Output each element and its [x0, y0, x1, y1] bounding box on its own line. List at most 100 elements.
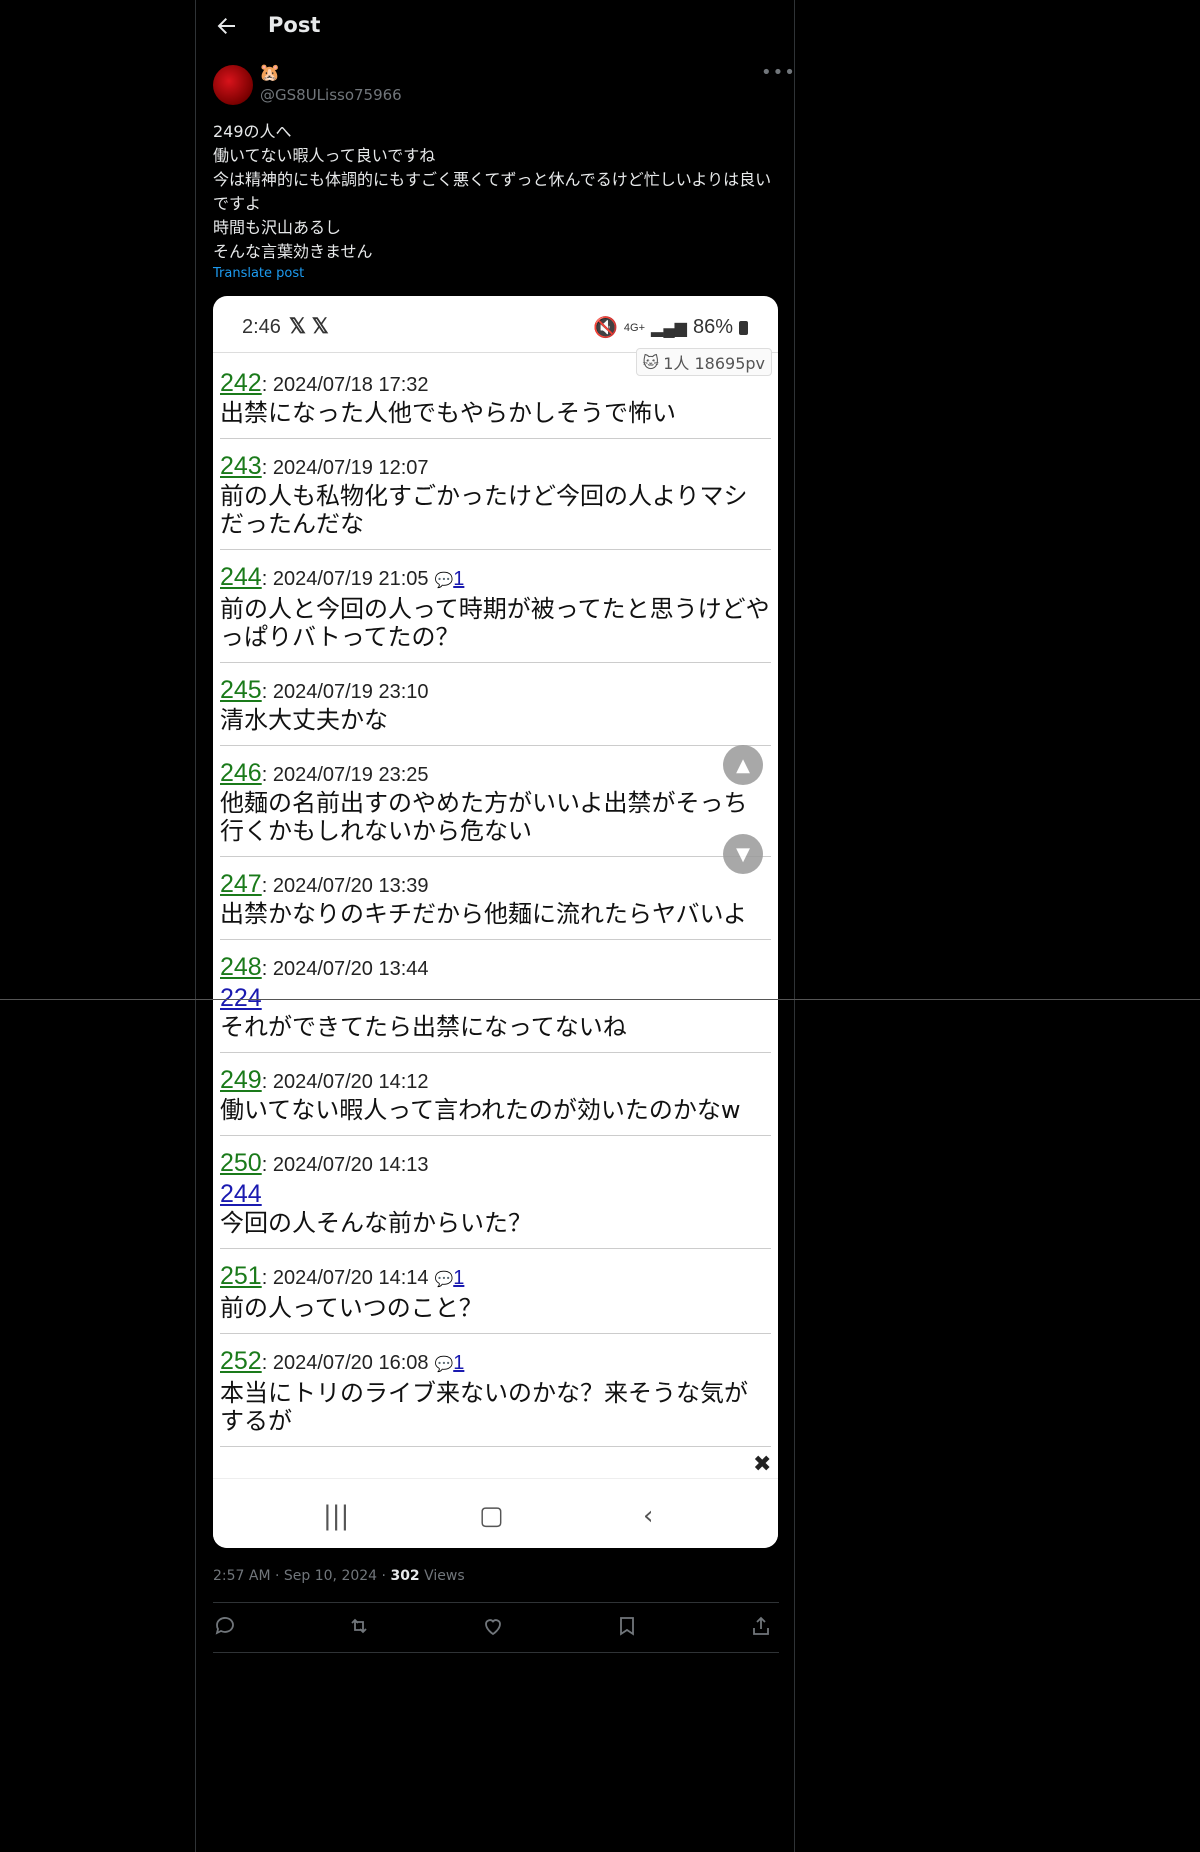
reply-count-link[interactable]: 1 [453, 1352, 464, 1374]
view-count: 302 [390, 1568, 420, 1584]
post-header: 251: 2024/07/20 14:14 💬1 [220, 1262, 771, 1294]
post-header: 243: 2024/07/19 12:07 [220, 452, 771, 482]
meta-separator: · [275, 1568, 280, 1584]
post-line: 249の人へ [213, 122, 292, 141]
post-body: それができてたら出禁になってないね [220, 1013, 627, 1041]
post-number-link[interactable]: 250 [220, 1149, 262, 1177]
post-number-link[interactable]: 251 [220, 1262, 262, 1290]
post-datetime: : 2024/07/20 16:08 [261, 1352, 429, 1374]
bookmark-icon[interactable] [615, 1614, 639, 1638]
recent-apps-icon[interactable]: ||| [323, 1501, 349, 1531]
post-body: 他麺の名前出すのやめた方がいいよ出禁がそっち行くかもしれないから危ない [220, 789, 748, 845]
repost-icon[interactable] [347, 1614, 371, 1638]
thread-post: 247: 2024/07/20 13:39 出禁かなりのキチだから他麺に流れたらヤ… [220, 857, 771, 940]
status-time: 2:46 [242, 316, 281, 338]
reply-count-icon: 💬 [434, 1271, 454, 1288]
post-text: 249の人へ 働いてない暇人って良いですね 今は精神的にも体調的にもすごく悪くて… [213, 120, 783, 264]
nav-back-icon[interactable]: ‹ [643, 1501, 653, 1531]
post-number-link[interactable]: 243 [220, 452, 262, 480]
post-datetime: : 2024/07/19 12:07 [261, 457, 429, 479]
thread-post: 248: 2024/07/20 13:44 224 それができてたら出禁になってない… [220, 940, 771, 1053]
divider [213, 1602, 779, 1603]
post-header: 250: 2024/07/20 14:13 [220, 1149, 771, 1179]
reply-count-link[interactable]: 1 [453, 568, 464, 590]
divider [213, 1652, 779, 1653]
pv-counter: 🐱 1人 18695pv [635, 348, 772, 376]
thread-post: 251: 2024/07/20 14:14 💬1 前の人っていつのこと？ [220, 1249, 771, 1334]
battery-level: 86% [692, 316, 733, 338]
post-number-link[interactable]: 248 [220, 953, 262, 981]
pv-label: 1人 18695pv [663, 354, 765, 373]
post-time: 2:57 AM [213, 1568, 271, 1584]
post-number-link[interactable]: 245 [220, 676, 262, 704]
thread-post: 244: 2024/07/19 21:05 💬1 前の人と今回の人って時期が被ってた… [220, 550, 771, 663]
timeline-column: Post 🐹 @GS8ULisso75966 ••• 249の人へ 働いてない暇… [195, 0, 795, 1852]
post-header: 249: 2024/07/20 14:12 [220, 1066, 771, 1096]
reply-count-link[interactable]: 1 [453, 1267, 464, 1289]
post-body: 出禁になった人他でもやらかしそうで怖い [220, 399, 676, 427]
back-arrow-icon[interactable] [214, 14, 238, 38]
thread-post: 246: 2024/07/19 23:25 他麺の名前出すのやめた方がいいよ出禁が… [220, 746, 771, 857]
post-number-link[interactable]: 252 [220, 1347, 262, 1375]
post-datetime: : 2024/07/20 14:14 [261, 1267, 429, 1289]
post-header: 248: 2024/07/20 13:44 [220, 953, 771, 983]
post-number-link[interactable]: 246 [220, 759, 262, 787]
mute-icon: 🔇 [593, 317, 618, 339]
anchor-link[interactable]: 224 [220, 983, 771, 1013]
thread-post: 243: 2024/07/19 12:07 前の人も私物化すごかったけど今回の人よ… [220, 439, 771, 550]
signal-icon: ▂▄▆ [651, 319, 687, 337]
post-header: 245: 2024/07/19 23:10 [220, 676, 771, 706]
more-options-icon[interactable]: ••• [761, 62, 796, 83]
thread-post: 245: 2024/07/19 23:10 清水大丈夫かな [220, 663, 771, 746]
post-number-link[interactable]: 242 [220, 369, 262, 397]
post-body: 今回の人そんな前からいた？ [220, 1209, 532, 1237]
post-datetime: : 2024/07/19 23:25 [261, 764, 429, 786]
image-seam-line [0, 999, 1200, 1000]
close-icon[interactable]: ✖ [753, 1452, 771, 1477]
reply-count-icon: 💬 [434, 1356, 454, 1373]
battery-icon [739, 320, 748, 335]
android-nav-bar: ||| ▢ ‹ [213, 1478, 778, 1548]
post-number-link[interactable]: 249 [220, 1066, 262, 1094]
anchor-link[interactable]: 244 [220, 1179, 771, 1209]
post-header: 246: 2024/07/19 23:25 [220, 759, 771, 789]
post-datetime: : 2024/07/18 17:32 [261, 374, 429, 396]
action-bar [213, 1612, 779, 1642]
reply-count-icon: 💬 [434, 572, 454, 589]
post-datetime: : 2024/07/20 14:13 [261, 1154, 429, 1176]
post-body: 前の人も私物化すごかったけど今回の人よりマシだったんだな [220, 482, 748, 538]
post-header: 247: 2024/07/20 13:39 [220, 870, 771, 900]
post-header: 252: 2024/07/20 16:08 💬1 [220, 1347, 771, 1379]
post-number-link[interactable]: 244 [220, 563, 262, 591]
post-line: そんな言葉効きません [213, 242, 373, 261]
display-name-emoji[interactable]: 🐹 [259, 63, 280, 83]
post-datetime: : 2024/07/20 13:44 [261, 958, 429, 980]
home-icon[interactable]: ▢ [479, 1501, 504, 1531]
views-label: Views [424, 1568, 465, 1584]
post-body: 本当にトリのライブ来ないのかな？来そうな気がするが [220, 1379, 748, 1435]
post-line: 時間も沢山あるし [213, 218, 342, 237]
reply-icon[interactable] [213, 1614, 237, 1638]
network-label: 4G+ [623, 321, 646, 334]
scroll-down-button[interactable]: ▼ [723, 834, 763, 874]
post-datetime: : 2024/07/19 23:10 [261, 681, 429, 703]
post-body: 前の人と今回の人って時期が被ってたと思うけどやっぱりバトってたの？ [220, 595, 770, 651]
post-line: 今は精神的にも体調的にもすごく悪くてずっと休んでるけど忙しいよりは良いですよ [213, 170, 772, 213]
like-icon[interactable] [481, 1614, 505, 1638]
thread-post: 249: 2024/07/20 14:12 働いてない暇人って言われたのが効いたの… [220, 1053, 771, 1136]
post-number-link[interactable]: 247 [220, 870, 262, 898]
attached-screenshot[interactable]: 2:46 𝕏 𝕏 🔇 4G+ ▂▄▆ 86% 🐱 1人 18695pv 242:… [213, 296, 778, 1548]
phone-status-bar: 2:46 𝕏 𝕏 🔇 4G+ ▂▄▆ 86% [213, 296, 778, 352]
user-handle[interactable]: @GS8ULisso75966 [260, 86, 402, 104]
avatar[interactable] [213, 65, 253, 105]
post-datetime: : 2024/07/19 21:05 [261, 568, 429, 590]
page-title: Post [268, 13, 321, 37]
x-logo-icon: 𝕏 𝕏 [289, 315, 329, 338]
scroll-up-button[interactable]: ▲ [723, 745, 763, 785]
post-meta: 2:57 AM · Sep 10, 2024 · 302 Views [213, 1568, 465, 1584]
post-body: 働いてない暇人って言われたのが効いたのかなw [220, 1096, 741, 1124]
share-icon[interactable] [749, 1614, 773, 1638]
status-icons: 🔇 4G+ ▂▄▆ 86% [593, 315, 748, 340]
translate-post-link[interactable]: Translate post [213, 266, 304, 281]
post-body: 清水大丈夫かな [220, 706, 388, 734]
